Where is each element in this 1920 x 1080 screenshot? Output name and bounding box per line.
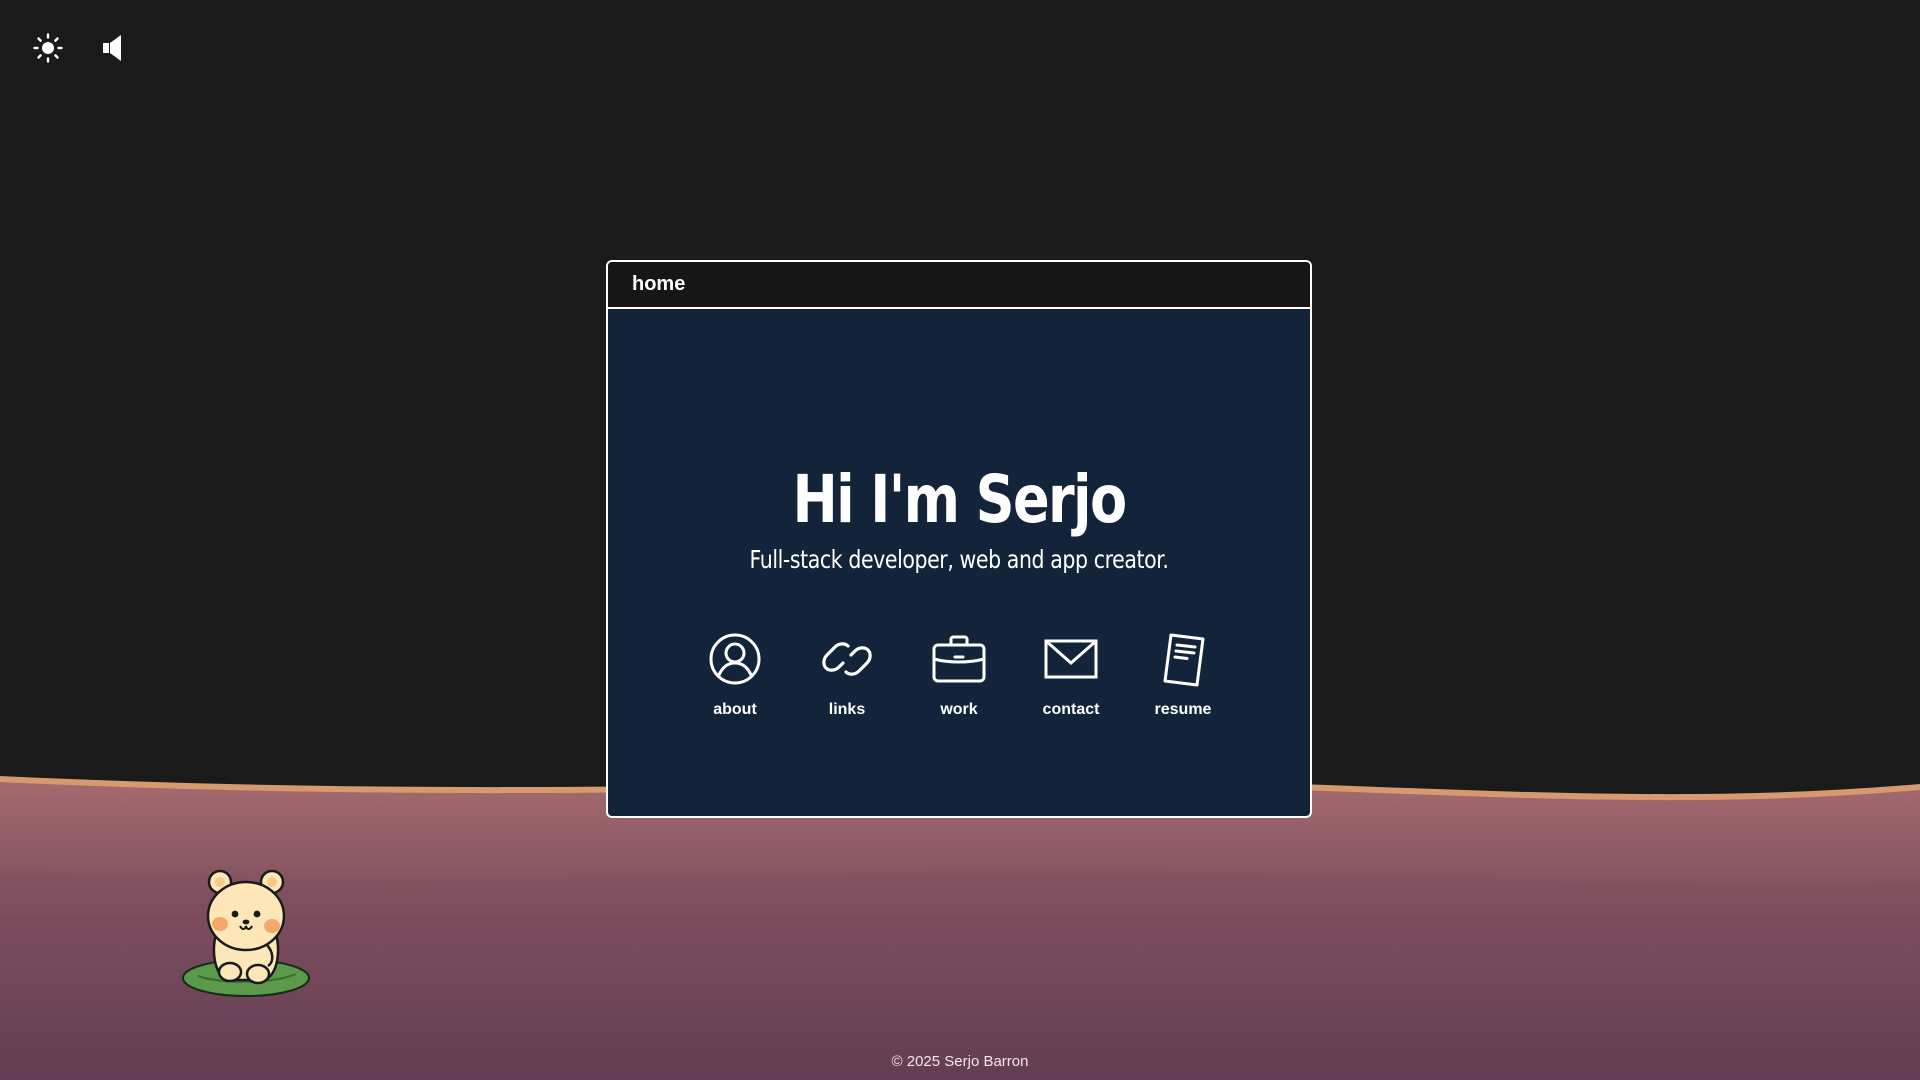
hero-subheadline: Full-stack developer, web and app creato…: [749, 545, 1169, 574]
nav-label-resume: resume: [1154, 701, 1212, 718]
window-title: home: [632, 273, 686, 295]
bear-mascot[interactable]: [180, 868, 312, 1004]
footer-copyright: © 2025 Serjo Barron: [891, 1053, 1029, 1070]
nav-item-links[interactable]: links: [812, 631, 882, 719]
nav-item-contact[interactable]: contact: [1036, 631, 1106, 719]
user-icon: [709, 633, 761, 685]
briefcase-icon: [932, 635, 986, 683]
speaker-icon: [103, 35, 121, 61]
hero-headline: Hi I'm Serjo: [792, 461, 1127, 538]
window-content: Hi I'm Serjo Full-stack developer, web a…: [608, 311, 1310, 816]
window-titlebar: home: [608, 262, 1310, 309]
link-icon: [822, 642, 872, 676]
nav-label-work: work: [940, 701, 978, 718]
nav-item-work[interactable]: work: [924, 631, 994, 719]
nav-label-links: links: [828, 701, 866, 718]
nav-icons: about links work contact resume: [608, 631, 1310, 719]
document-icon: [1163, 633, 1205, 687]
nav-label-contact: contact: [1042, 701, 1100, 718]
sun-icon: [33, 33, 63, 63]
nav-item-about[interactable]: about: [700, 631, 770, 719]
nav-item-resume[interactable]: resume: [1148, 631, 1218, 719]
mail-icon: [1044, 639, 1098, 679]
top-controls: [30, 30, 132, 66]
theme-toggle-button[interactable]: [30, 30, 66, 66]
page-root: home Hi I'm Serjo Full-stack developer, …: [0, 0, 1920, 1080]
nav-label-about: about: [713, 701, 757, 718]
home-window: home Hi I'm Serjo Full-stack developer, …: [606, 260, 1312, 818]
sound-toggle-button[interactable]: [96, 30, 132, 66]
